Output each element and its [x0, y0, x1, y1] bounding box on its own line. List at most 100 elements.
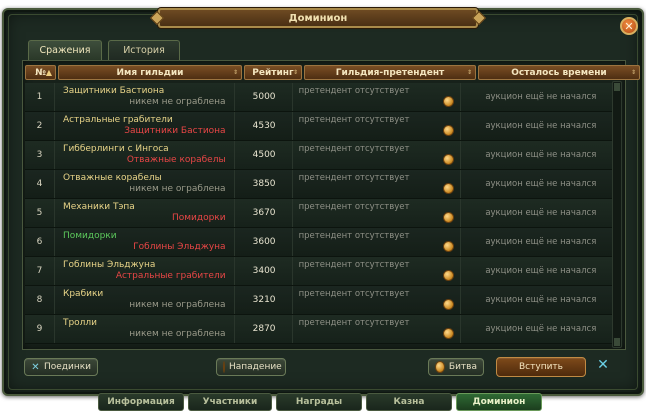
challenger-cell: претендент отсутствует	[295, 199, 461, 227]
column-header-num[interactable]: № ▲	[25, 65, 56, 80]
coin-icon[interactable]	[442, 269, 454, 281]
table-row[interactable]: 6 Помидорки Гоблины Эльджуна 3600 претендент…	[25, 228, 621, 257]
table-header: № ▲ Имя гильдии ⇕ Рейтинг ⇕ Гильдия-прет…	[25, 65, 642, 80]
challenger-cell: претендент отсутствует	[295, 112, 461, 140]
guild-cell: Защитники Бастиона никем не ограблена	[57, 83, 235, 111]
row-number: 1	[25, 83, 55, 111]
table-row[interactable]: 4 Отважные корабелы никем не ограблена 3850…	[25, 170, 621, 199]
robbed-by: никем не ограблена	[129, 299, 226, 310]
battle-label: Битва	[448, 362, 477, 372]
guild-cell: Крабики никем не ограблена	[57, 286, 235, 314]
join-button[interactable]: Вступить	[496, 357, 586, 377]
coin-icon[interactable]	[442, 182, 454, 194]
guild-name: Помидорки	[62, 231, 117, 241]
sort-indicator-icon: ⇕	[466, 69, 472, 76]
duels-button[interactable]: ✕ Поединки	[24, 358, 98, 376]
robbed-by: Помидорки	[171, 212, 226, 223]
table-row[interactable]: 7 Гоблины Эльджуна Астральные грабители 340…	[25, 257, 621, 286]
sort-asc-icon: ▲	[45, 68, 52, 77]
challenger-cell: претендент отсутствует	[295, 315, 461, 343]
nav-tab-rewards[interactable]: Награды	[276, 393, 362, 411]
guild-cell: Помидорки Гоблины Эльджуна	[57, 228, 235, 256]
join-label: Вступить	[519, 362, 563, 372]
robbed-by: Защитники Бастиона	[124, 125, 226, 136]
table-scrollbar[interactable]	[612, 81, 622, 348]
close-icon: ✕	[624, 19, 634, 33]
row-number: 3	[25, 141, 55, 169]
table-row[interactable]: 9 Тролли никем не ограблена 2870 претендент …	[25, 315, 621, 344]
scroll-up-icon[interactable]	[614, 83, 620, 91]
guild-rating: 5000	[237, 83, 293, 111]
nav-tab-info[interactable]: Информация	[98, 393, 184, 411]
robbed-by: никем не ограблена	[129, 183, 226, 194]
column-header-rating[interactable]: Рейтинг ⇕	[244, 65, 302, 80]
guild-cell: Гоблины Эльджуна Астральные грабители	[57, 257, 235, 285]
column-challenger-label: Гильдия-претендент	[335, 67, 445, 78]
guild-rating: 3210	[237, 286, 293, 314]
close-button[interactable]: ✕	[620, 17, 638, 35]
time-left: аукцион ещё не начался	[485, 323, 597, 334]
time-left: аукцион ещё не начался	[485, 265, 597, 276]
coin-icon[interactable]	[442, 153, 454, 165]
guild-cell: Астральные грабители Защитники Бастиона	[57, 112, 235, 140]
challenger-cell: претендент отсутствует	[295, 257, 461, 285]
guild-name: Тролли	[62, 318, 98, 328]
coin-icon[interactable]	[442, 298, 454, 310]
robbed-by: никем не ограблена	[129, 96, 226, 107]
guild-name: Механики Тэпа	[62, 202, 135, 212]
time-left: аукцион ещё не начался	[485, 91, 597, 102]
guild-name: Защитники Бастиона	[62, 86, 165, 96]
guild-name: Отважные корабелы	[62, 173, 162, 183]
robbed-by: Астральные грабители	[115, 270, 226, 281]
crossed-swords-icon: ✕	[31, 361, 40, 373]
robbed-by: Гоблины Эльджуна	[133, 241, 226, 252]
table-row[interactable]: 3 Гибберлинги с Ингоса Отважные корабелы 45…	[25, 141, 621, 170]
challenger-text: претендент отсутствует	[298, 260, 410, 270]
guild-cell: Тролли никем не ограблена	[57, 315, 235, 343]
guild-rating: 3850	[237, 170, 293, 198]
challenger-cell: претендент отсутствует	[295, 141, 461, 169]
guild-name: Гибберлинги с Ингоса	[62, 144, 169, 154]
coin-icon[interactable]	[442, 124, 454, 136]
table-row[interactable]: 8 Крабики никем не ограблена 3210 претендент…	[25, 286, 621, 315]
attack-label: Нападение	[229, 362, 282, 372]
coin-icon[interactable]	[442, 327, 454, 339]
tab-battles[interactable]: Сражения	[28, 40, 102, 60]
attack-button[interactable]: Нападение	[216, 358, 286, 376]
column-num-label: №	[35, 67, 46, 78]
nav-tab-treasury[interactable]: Казна	[366, 393, 452, 411]
table-body: 1 Защитники Бастиона никем не ограблена 500…	[25, 83, 621, 344]
column-header-time-left[interactable]: Осталось времени ⇕	[478, 65, 640, 80]
time-left: аукцион ещё не начался	[485, 120, 597, 131]
table-row[interactable]: 1 Защитники Бастиона никем не ограблена 500…	[25, 83, 621, 112]
crossed-swords-icon[interactable]: ✕	[594, 356, 612, 374]
table-row[interactable]: 2 Астральные грабители Защитники Бастиона 4…	[25, 112, 621, 141]
column-rating-label: Рейтинг	[252, 67, 294, 78]
row-number: 5	[25, 199, 55, 227]
battle-button[interactable]: Битва	[428, 358, 484, 376]
row-number: 2	[25, 112, 55, 140]
challenger-text: претендент отсутствует	[298, 115, 410, 125]
column-name-label: Имя гильдии	[116, 67, 184, 78]
column-header-challenger[interactable]: Гильдия-претендент ⇕	[304, 65, 476, 80]
nav-tab-dominion[interactable]: Доминион	[456, 393, 542, 411]
table-row[interactable]: 5 Механики Тэпа Помидорки 3670 претендент от…	[25, 199, 621, 228]
coin-icon[interactable]	[442, 211, 454, 223]
challenger-text: претендент отсутствует	[298, 318, 410, 328]
column-time-label: Осталось времени	[511, 67, 607, 78]
coin-icon[interactable]	[442, 240, 454, 252]
scroll-down-icon[interactable]	[614, 338, 620, 346]
robbed-by: никем не ограблена	[129, 328, 226, 339]
tab-history[interactable]: История	[108, 40, 180, 60]
column-header-name[interactable]: Имя гильдии ⇕	[58, 65, 242, 80]
guild-table: № ▲ Имя гильдии ⇕ Рейтинг ⇕ Гильдия-прет…	[22, 60, 640, 350]
guild-rating: 2870	[237, 315, 293, 343]
guild-name: Астральные грабители	[62, 115, 173, 125]
row-number: 8	[25, 286, 55, 314]
row-number: 6	[25, 228, 55, 256]
challenger-text: претендент отсутствует	[298, 173, 410, 183]
coin-icon[interactable]	[442, 95, 454, 107]
challenger-cell: претендент отсутствует	[295, 286, 461, 314]
time-left: аукцион ещё не начался	[485, 207, 597, 218]
nav-tab-members[interactable]: Участники	[188, 393, 272, 411]
